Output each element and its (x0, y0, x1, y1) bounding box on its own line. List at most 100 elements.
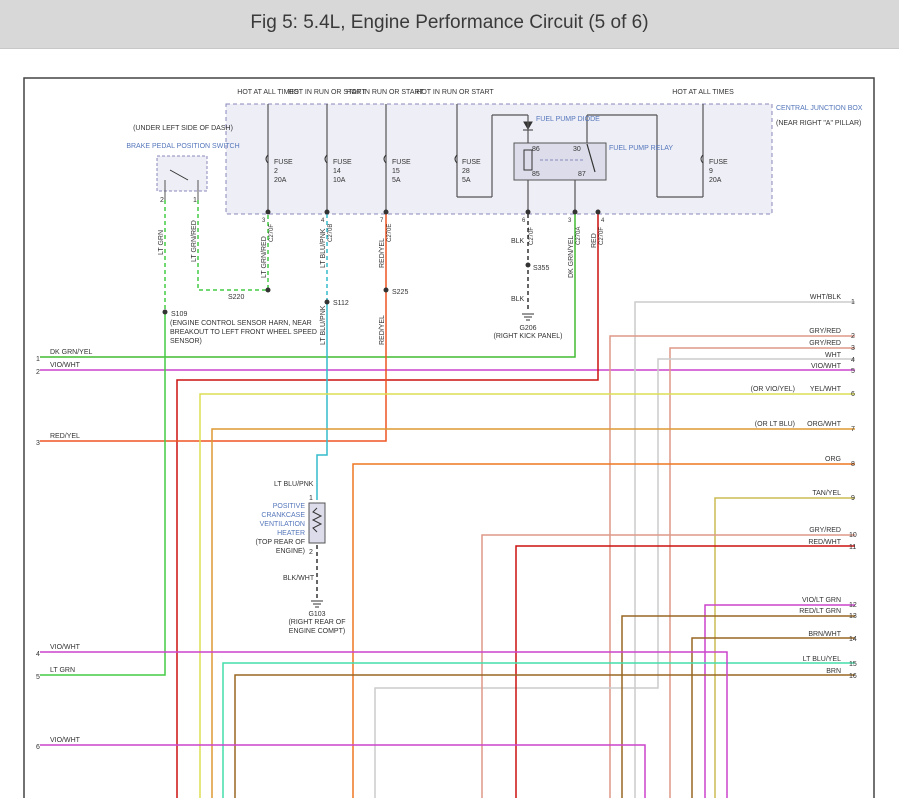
fuse-14-number: 14 (333, 168, 341, 175)
vlabel-dk-grn-yel: DK GRN/YEL (568, 235, 575, 278)
right-wire-label-8: ORG (825, 456, 841, 463)
label-blk-b: BLK (511, 296, 525, 303)
pcv-heater-name: POSITIVE CRANKCASE VENTILATION HEATER (259, 503, 305, 537)
pin-c6: 4 (601, 218, 605, 224)
pcv-heater-pin-2: 2 (309, 549, 313, 556)
right-wire-num-13: 13 (849, 613, 857, 620)
fuse-15-number: 15 (392, 168, 400, 175)
right-wire-alt-6: (OR VIO/YEL) (751, 386, 795, 393)
label-lt-blu-pnk-h: LT BLU/PNK (274, 481, 314, 488)
right-wire-num-10: 10 (849, 532, 857, 539)
code-c4: C270F (529, 227, 535, 245)
pin-c1: 3 (262, 218, 266, 224)
fuse-2-label: FUSE (274, 159, 293, 166)
relay-pin-87: 87 (578, 171, 586, 178)
s109-description-box: (ENGINE CONTROL SENSOR HARN, NEAR BREAKO… (170, 320, 317, 345)
pcv-heater-box (308, 502, 326, 544)
right-wire-num-3: 3 (851, 345, 855, 352)
left-wire-label-1: DK GRN/YEL (50, 349, 93, 356)
fuse-14-label: FUSE (333, 159, 352, 166)
relay-pin-85: 85 (532, 171, 540, 178)
right-wire-num-15: 15 (849, 661, 857, 668)
left-wire-label-2: VIO/WHT (50, 362, 81, 369)
brake-pedal-switch: (UNDER LEFT SIDE OF DASH) BRAKE PEDAL PO… (126, 125, 239, 204)
right-wire-num-11: 11 (849, 544, 856, 551)
left-wire-num-5: 5 (36, 674, 40, 681)
fuse-15-amp: 5A (392, 177, 401, 184)
right-wire-num-2: 2 (851, 333, 855, 340)
fuse-9-amp: 20A (709, 177, 722, 184)
fuse-28-amp: 5A (462, 177, 471, 184)
left-wire-labels: 1 DK GRN/YEL 2 VIO/WHT 3 RED/YEL 4 VIO/W… (36, 349, 93, 751)
fuse-15-label: FUSE (392, 159, 411, 166)
vlabel-lt-grn: LT GRN (158, 230, 165, 255)
fuse-9-label: FUSE (709, 159, 728, 166)
pin-c2: 4 (321, 218, 325, 224)
right-wire-label-2: GRY/RED (809, 328, 841, 335)
right-wire-num-7: 7 (851, 426, 855, 433)
right-wire-label-12: VIO/LT GRN (802, 597, 841, 604)
relay-label: FUEL PUMP RELAY (609, 145, 673, 152)
fuse-9-number: 9 (709, 168, 713, 175)
left-wire-num-2: 2 (36, 369, 40, 376)
vlabel-lt-grn-red-1: LT GRN/RED (191, 220, 198, 262)
fuse-2-number: 2 (274, 168, 278, 175)
right-wire-label-6: YEL/WHT (810, 386, 842, 393)
relay-pin-30: 30 (573, 146, 581, 153)
connector-codes: 3 C270F 4 C270B 7 C270E 6 C270F 3 C270A … (262, 218, 605, 245)
right-wire-label-4: WHT (825, 352, 842, 359)
brake-switch-pin-1: 1 (193, 197, 197, 204)
vlabel-red: RED (591, 233, 598, 248)
right-wire-num-16: 16 (849, 673, 857, 680)
pin-c3: 7 (380, 218, 384, 224)
pcv-heater-location-box: (TOP REAR OF ENGINE) (255, 539, 305, 555)
right-wire-label-1: WHT/BLK (810, 294, 841, 301)
right-wire-label-10: GRY/RED (809, 527, 841, 534)
junction-box-location: (NEAR RIGHT "A" PILLAR) (776, 120, 861, 127)
fuse-28-label: FUSE (462, 159, 481, 166)
power-labels: HOT AT ALL TIMES HOT IN RUN OR START HOT… (237, 89, 734, 96)
right-wire-label-14: BRN/WHT (808, 631, 841, 638)
right-wire-label-9: TAN/YEL (812, 490, 841, 497)
right-wire-num-5: 5 (851, 368, 855, 375)
right-wire-num-8: 8 (851, 461, 855, 468)
ground-g206-label: G206 (519, 325, 536, 332)
fuse-28-number: 28 (462, 168, 470, 175)
pcv-heater-name-box: POSITIVE CRANKCASE VENTILATION HEATER (259, 503, 305, 537)
code-c1: C270F (269, 224, 275, 242)
right-wire-alt-7: (OR LT BLU) (755, 421, 795, 428)
vlabel-lt-grn-red-2: LT GRN/RED (261, 236, 268, 278)
label-blk-a: BLK (511, 238, 525, 245)
pcv-heater-location: (TOP REAR OF ENGINE) (255, 539, 305, 555)
brake-switch-location: (UNDER LEFT SIDE OF DASH) (133, 125, 233, 132)
left-wire-num-3: 3 (36, 440, 40, 447)
left-wire-num-4: 4 (36, 651, 40, 658)
right-wire-label-13: RED/LT GRN (799, 608, 841, 615)
right-wire-num-12: 12 (849, 602, 857, 609)
relay-pin-86: 86 (532, 146, 540, 153)
ground-g206-desc: (RIGHT KICK PANEL) (494, 333, 563, 340)
power-label-5: HOT AT ALL TIMES (672, 89, 734, 96)
junction-box-title: CENTRAL JUNCTION BOX (776, 105, 863, 112)
splice-s112: S112 (333, 300, 349, 307)
pcv-heater-pin-1: 1 (309, 495, 313, 502)
fuse-2-amp: 20A (274, 177, 287, 184)
ground-g206: G206 (RIGHT KICK PANEL) (494, 313, 563, 340)
right-wire-num-14: 14 (849, 636, 857, 643)
left-wire-num-1: 1 (36, 356, 40, 363)
right-wire-num-1: 1 (851, 299, 855, 306)
left-wire-label-3: RED/YEL (50, 433, 80, 440)
left-wire-num-6: 6 (36, 744, 40, 751)
pcv-heater: 1 2 POSITIVE CRANKCASE VENTILATION HEATE… (255, 495, 326, 556)
power-label-4: HOT IN RUN OR START (416, 89, 494, 96)
ground-g103-desc-box: (RIGHT REAR OF ENGINE COMPT) (288, 619, 345, 635)
code-c2: C270B (328, 224, 334, 242)
pin-c5: 3 (568, 218, 572, 224)
power-label-3: HOT IN RUN OR START (346, 89, 424, 96)
left-wire-label-4: VIO/WHT (50, 644, 81, 651)
right-wire-label-16: BRN (826, 668, 841, 675)
wires (40, 200, 855, 798)
left-wire-label-6: VIO/WHT (50, 737, 81, 744)
left-wire-label-5: LT GRN (50, 667, 75, 674)
splice-s355: S355 (533, 265, 549, 272)
